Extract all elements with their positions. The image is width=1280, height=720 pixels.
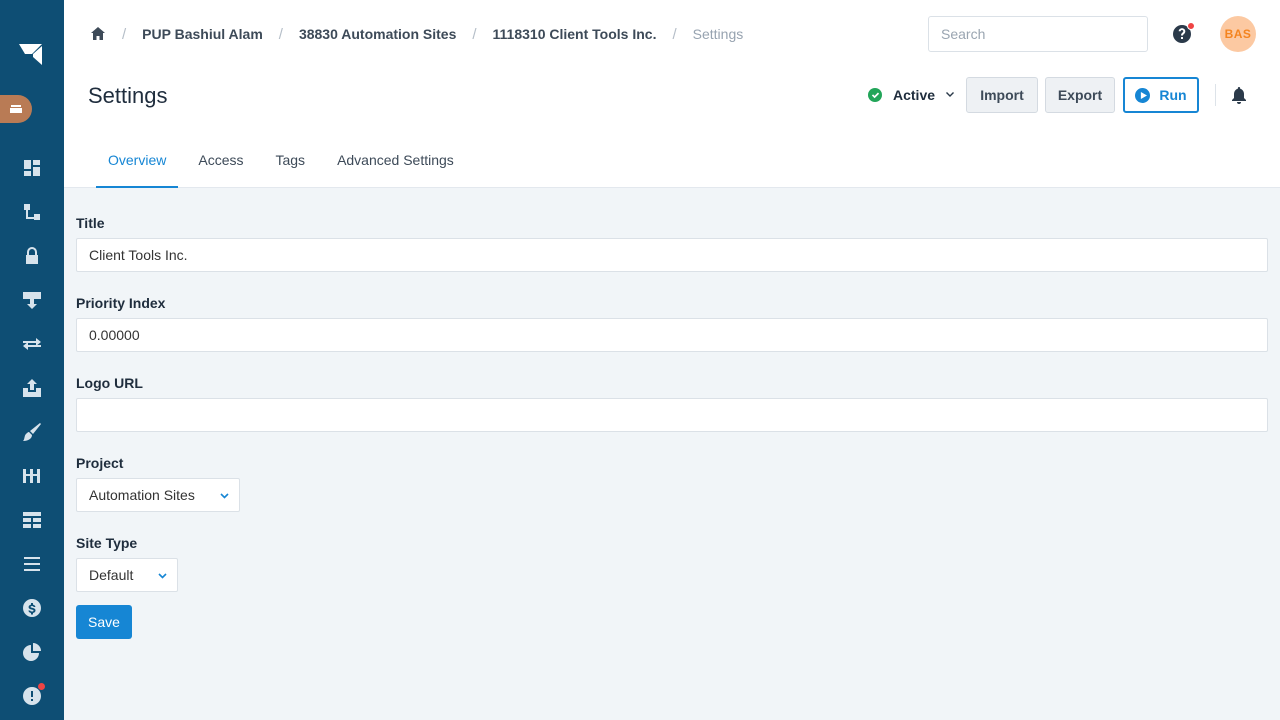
tab-access[interactable]: Access (186, 133, 255, 188)
table-icon[interactable] (21, 509, 43, 531)
dashboard-icon[interactable] (21, 157, 43, 179)
breadcrumb-current: Settings (692, 26, 744, 42)
project-select[interactable]: Automation Sites (76, 478, 240, 512)
brush-icon[interactable] (21, 421, 43, 443)
chevron-down-icon (158, 571, 167, 580)
avatar[interactable]: BAS (1220, 16, 1256, 52)
help-icon[interactable] (1172, 22, 1195, 44)
check-circle-icon (868, 88, 882, 102)
inbox-download-icon[interactable] (21, 289, 43, 311)
project-value: Automation Sites (89, 487, 195, 503)
export-button[interactable]: Export (1045, 77, 1115, 113)
sitemap-icon[interactable] (21, 201, 43, 223)
list-icon[interactable] (21, 553, 43, 575)
site-type-select[interactable]: Default (76, 558, 178, 592)
alert-icon[interactable] (21, 683, 45, 707)
title-input[interactable] (76, 238, 1268, 272)
tab-bar: Overview Access Tags Advanced Settings (96, 133, 474, 188)
notification-dot (38, 683, 45, 690)
run-button[interactable]: Run (1123, 77, 1199, 113)
site-type-label: Site Type (76, 535, 138, 551)
timeline-icon[interactable] (21, 465, 43, 487)
tab-advanced-settings[interactable]: Advanced Settings (325, 133, 466, 188)
search-input[interactable] (928, 16, 1148, 52)
run-label: Run (1159, 87, 1187, 103)
lock-icon[interactable] (21, 245, 43, 267)
site-type-value: Default (89, 567, 134, 583)
logo-icon[interactable] (18, 40, 44, 66)
play-icon (1135, 87, 1151, 103)
chevron-down-icon (220, 491, 229, 500)
exchange-icon[interactable] (21, 333, 43, 355)
status-dropdown[interactable]: Active (868, 86, 955, 104)
page-title: Settings (88, 83, 168, 108)
dollar-icon[interactable] (21, 597, 43, 619)
project-label: Project (76, 455, 124, 471)
pie-chart-icon[interactable] (21, 641, 43, 663)
title-label: Title (76, 215, 105, 231)
home-icon[interactable] (90, 26, 106, 42)
status-label: Active (893, 87, 936, 103)
workspace-icon[interactable] (0, 95, 32, 123)
divider (1215, 84, 1216, 106)
priority-index-label: Priority Index (76, 295, 166, 311)
logo-url-input[interactable] (76, 398, 1268, 432)
priority-index-input[interactable] (76, 318, 1268, 352)
bell-icon[interactable] (1230, 86, 1248, 104)
sidebar (0, 0, 64, 720)
save-button[interactable]: Save (76, 605, 132, 639)
chevron-down-icon (945, 90, 955, 100)
upload-icon[interactable] (21, 377, 43, 399)
tab-overview[interactable]: Overview (96, 133, 179, 188)
tab-tags[interactable]: Tags (263, 133, 317, 188)
notification-dot (1187, 22, 1195, 30)
logo-url-label: Logo URL (76, 375, 143, 391)
page-header: / PUP Bashiul Alam / 38830 Automation Si… (64, 0, 1280, 188)
breadcrumb-item[interactable]: 1118310 Client Tools Inc. (493, 26, 657, 42)
breadcrumb-item[interactable]: 38830 Automation Sites (299, 26, 456, 42)
breadcrumb-item[interactable]: PUP Bashiul Alam (142, 26, 263, 42)
import-button[interactable]: Import (966, 77, 1038, 113)
breadcrumb: / PUP Bashiul Alam / 38830 Automation Si… (90, 24, 743, 44)
settings-form: Title Priority Index Logo URL Project Au… (76, 214, 1268, 639)
